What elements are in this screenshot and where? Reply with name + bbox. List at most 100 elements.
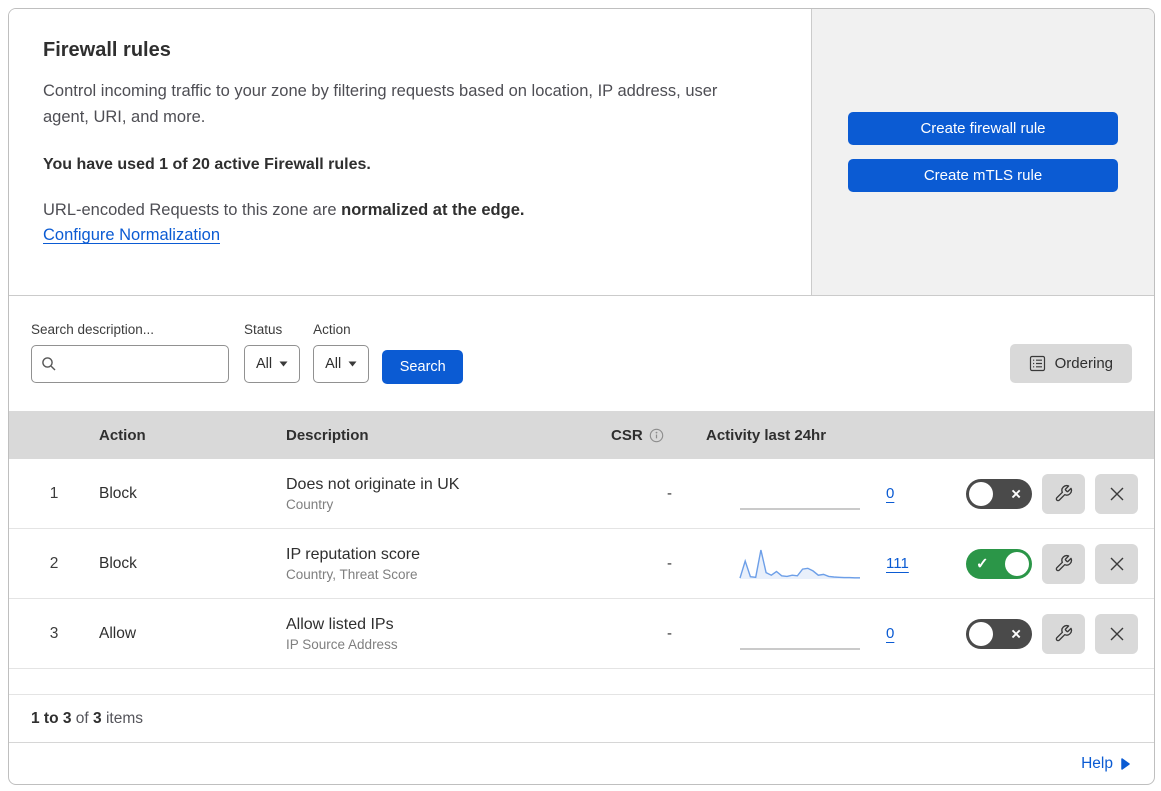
usage-text: You have used 1 of 20 active Firewall ru… bbox=[43, 156, 371, 173]
header-content: Firewall rules Control incoming traffic … bbox=[9, 9, 811, 295]
csr-column-header: CSR bbox=[599, 427, 694, 444]
csr-column-label: CSR bbox=[611, 426, 643, 444]
help-link[interactable]: Help bbox=[1081, 755, 1130, 773]
activity-sparkline bbox=[739, 616, 861, 652]
firewall-rules-card: Firewall rules Control incoming traffic … bbox=[8, 8, 1155, 785]
rule-priority: 1 bbox=[49, 484, 59, 502]
normalization-text: URL-encoded Requests to this zone are no… bbox=[43, 201, 771, 220]
status-select[interactable]: All bbox=[244, 345, 301, 383]
rule-description: IP reputation score bbox=[286, 545, 421, 563]
chevron-down-icon bbox=[279, 361, 288, 367]
table-bottom-spacer bbox=[9, 669, 1154, 695]
table-row: 3 Allow Allow listed IPs IP Source Addre… bbox=[9, 599, 1154, 669]
item-range: 1 to 3 bbox=[31, 710, 72, 727]
edit-rule-button[interactable] bbox=[1042, 543, 1085, 584]
x-icon bbox=[1110, 627, 1123, 640]
rule-csr-value: - bbox=[667, 555, 672, 572]
sparkline-chart bbox=[739, 549, 860, 579]
rule-enabled-toggle[interactable]: × bbox=[966, 478, 1032, 509]
table-row: 1 Block Does not originate in UK Country… bbox=[9, 459, 1154, 529]
help-link-label: Help bbox=[1081, 754, 1113, 772]
x-icon bbox=[1110, 487, 1123, 500]
rule-priority: 3 bbox=[49, 624, 59, 642]
edit-rule-button[interactable] bbox=[1042, 613, 1085, 654]
rule-activity-cell: 111 bbox=[694, 546, 944, 582]
toggle-knob bbox=[1005, 551, 1029, 576]
items-text: items bbox=[105, 710, 144, 727]
help-bar: Help bbox=[9, 742, 1154, 784]
delete-rule-button[interactable] bbox=[1095, 613, 1138, 654]
rule-description-cell: IP reputation score Country, Threat Scor… bbox=[274, 546, 599, 582]
create-mtls-rule-button[interactable]: Create mTLS rule bbox=[848, 159, 1118, 192]
activity-sparkline bbox=[739, 476, 861, 512]
rule-controls: × bbox=[944, 613, 1154, 654]
rule-fields: Country bbox=[286, 496, 334, 512]
rule-fields: Country, Threat Score bbox=[286, 566, 418, 582]
activity-count-link[interactable]: 111 bbox=[886, 555, 909, 572]
pagination-summary: 1 to 3 of 3 items bbox=[9, 695, 1154, 742]
toggle-state-icon: ✓ bbox=[976, 555, 989, 572]
wrench-icon bbox=[1055, 554, 1073, 572]
table-header: Action Description CSR Activity last 24h… bbox=[9, 411, 1154, 459]
action-label: Action bbox=[313, 322, 351, 337]
search-input[interactable] bbox=[64, 356, 219, 372]
toggle-knob bbox=[969, 621, 993, 646]
rule-controls: × bbox=[944, 473, 1154, 514]
arrow-right-icon bbox=[1121, 757, 1130, 770]
filter-bar: Search description... Status All Action … bbox=[9, 296, 1154, 411]
description-column-header: Description bbox=[286, 426, 369, 444]
status-group: Status All bbox=[244, 322, 301, 383]
rule-action: Block bbox=[99, 554, 137, 572]
action-select[interactable]: All bbox=[313, 345, 370, 383]
edit-rule-button[interactable] bbox=[1042, 473, 1085, 514]
search-icon bbox=[42, 357, 56, 371]
toggle-knob bbox=[969, 481, 993, 506]
rule-activity-cell: 0 bbox=[694, 616, 944, 652]
sparkline-chart bbox=[740, 647, 860, 650]
rule-enabled-toggle[interactable]: × bbox=[966, 618, 1032, 649]
search-group: Search description... bbox=[31, 322, 229, 383]
actions-panel: Create firewall rule Create mTLS rule bbox=[811, 9, 1154, 295]
wrench-icon bbox=[1055, 484, 1073, 502]
create-firewall-rule-button[interactable]: Create firewall rule bbox=[848, 112, 1118, 145]
x-icon bbox=[1110, 557, 1123, 570]
rule-description-cell: Does not originate in UK Country bbox=[274, 476, 599, 512]
chevron-down-icon bbox=[348, 361, 357, 367]
rule-description: Allow listed IPs bbox=[286, 615, 394, 633]
ordering-icon bbox=[1029, 355, 1045, 372]
toggle-state-icon: × bbox=[1011, 624, 1021, 643]
page-title: Firewall rules bbox=[43, 39, 171, 61]
table-row: 2 Block IP reputation score Country, Thr… bbox=[9, 529, 1154, 599]
rule-csr-value: - bbox=[667, 485, 672, 502]
action-column-header: Action bbox=[99, 426, 146, 444]
activity-count-link[interactable]: 0 bbox=[886, 625, 894, 642]
activity-column-header: Activity last 24hr bbox=[706, 426, 827, 444]
item-total: 3 bbox=[93, 710, 102, 727]
configure-normalization-link[interactable]: Configure Normalization bbox=[43, 226, 220, 244]
rule-controls: ✓ bbox=[944, 543, 1154, 584]
search-description-label: Search description... bbox=[31, 322, 155, 337]
toggle-state-icon: × bbox=[1011, 484, 1021, 503]
of-text: of bbox=[75, 710, 89, 727]
rule-activity-cell: 0 bbox=[694, 476, 944, 512]
ordering-button-label: Ordering bbox=[1054, 355, 1113, 372]
rule-action: Block bbox=[99, 484, 137, 502]
rule-description: Does not originate in UK bbox=[286, 475, 460, 493]
activity-count-link[interactable]: 0 bbox=[886, 485, 894, 502]
delete-rule-button[interactable] bbox=[1095, 543, 1138, 584]
rule-csr-value: - bbox=[667, 625, 672, 642]
status-label: Status bbox=[244, 322, 283, 337]
rule-enabled-toggle[interactable]: ✓ bbox=[966, 548, 1032, 579]
search-button[interactable]: Search bbox=[382, 350, 464, 384]
delete-rule-button[interactable] bbox=[1095, 473, 1138, 514]
sparkline-chart bbox=[740, 507, 860, 510]
wrench-icon bbox=[1055, 624, 1073, 642]
rule-priority: 2 bbox=[49, 554, 59, 572]
ordering-button[interactable]: Ordering bbox=[1009, 344, 1132, 383]
rule-description-cell: Allow listed IPs IP Source Address bbox=[274, 616, 599, 652]
normalization-text-bold: normalized at the edge. bbox=[341, 201, 525, 219]
description-text: Control incoming traffic to your zone by… bbox=[43, 82, 718, 126]
rule-fields: IP Source Address bbox=[286, 636, 398, 652]
action-selected-value: All bbox=[325, 356, 342, 372]
info-icon[interactable] bbox=[649, 428, 664, 443]
